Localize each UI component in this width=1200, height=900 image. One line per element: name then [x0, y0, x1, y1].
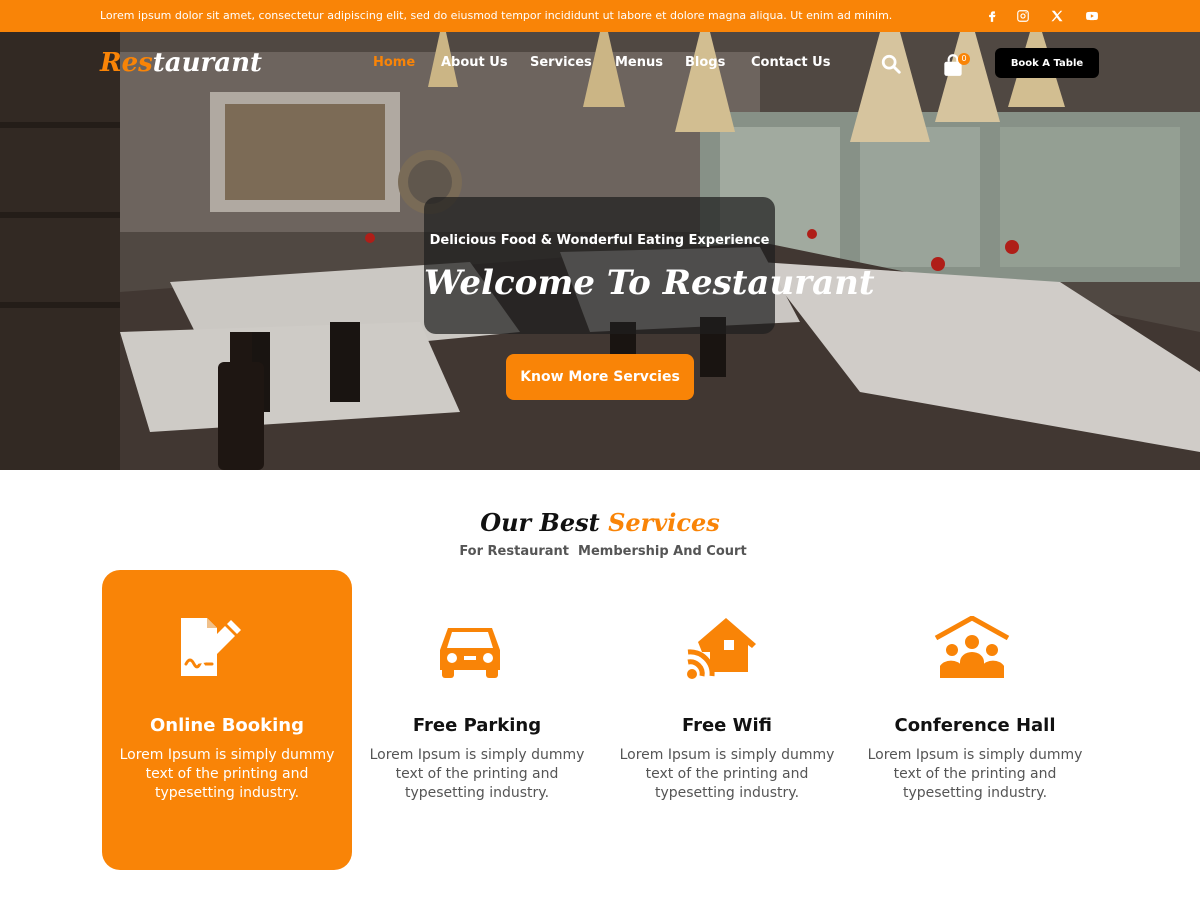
- nav-contact-us[interactable]: Contact Us: [751, 55, 830, 70]
- service-card-text: Lorem Ipsum is simply dummy text of the …: [369, 747, 585, 801]
- logo-accent-text: Res: [100, 48, 153, 78]
- hero-section: Restaurant Home About Us Services Menus …: [0, 32, 1200, 470]
- service-card-free-parking[interactable]: Free Parking Lorem Ipsum is simply dummy…: [352, 570, 602, 870]
- service-card-title: Free Parking: [412, 715, 542, 736]
- nav-home[interactable]: Home: [373, 55, 415, 70]
- car-icon: [430, 616, 510, 680]
- announcement-text: Lorem ipsum dolor sit amet, consectetur …: [100, 9, 893, 22]
- search-icon[interactable]: [880, 53, 902, 75]
- hero-subtitle: Delicious Food & Wonderful Eating Experi…: [429, 233, 770, 248]
- online-booking-icon: [177, 616, 257, 680]
- instagram-icon[interactable]: [1012, 5, 1034, 27]
- services-heading: Our Best Services: [0, 508, 1200, 537]
- nav-about-us[interactable]: About Us: [441, 55, 508, 70]
- book-a-table-button[interactable]: Book A Table: [995, 48, 1099, 78]
- service-card-online-booking[interactable]: Online Booking Lorem Ipsum is simply dum…: [102, 570, 352, 870]
- services-heading-main: Our Best: [480, 508, 609, 537]
- nav-services[interactable]: Services: [530, 55, 592, 70]
- youtube-icon[interactable]: [1081, 5, 1103, 27]
- services-subtitle: For Restaurant Membership And Court: [459, 544, 747, 559]
- site-logo[interactable]: Restaurant: [100, 48, 262, 78]
- service-card-text: Lorem Ipsum is simply dummy text of the …: [619, 747, 835, 801]
- facebook-icon[interactable]: [981, 5, 1003, 27]
- top-announcement-bar: Lorem ipsum dolor sit amet, consectetur …: [0, 0, 1200, 32]
- wifi-home-icon: [680, 616, 760, 680]
- service-card-free-wifi[interactable]: Free Wifi Lorem Ipsum is simply dummy te…: [602, 570, 852, 870]
- conference-hall-icon: [932, 615, 1012, 680]
- logo-rest-text: taurant: [152, 48, 263, 78]
- service-card-title: Online Booking: [149, 715, 305, 736]
- nav-blogs[interactable]: Blogs: [685, 55, 725, 70]
- cart-count-badge: 0: [958, 53, 970, 65]
- service-card-title: Conference Hall: [894, 715, 1056, 736]
- services-heading-accent: Services: [608, 508, 720, 537]
- hero-title: Welcome To Restaurant: [424, 263, 875, 303]
- know-more-services-button[interactable]: Know More Servcies: [506, 354, 694, 400]
- service-card-text: Lorem Ipsum is simply dummy text of the …: [867, 747, 1083, 801]
- hero-text-box: Delicious Food & Wonderful Eating Experi…: [424, 197, 875, 334]
- service-card-conference-hall[interactable]: Conference Hall Lorem Ipsum is simply du…: [850, 570, 1100, 870]
- service-card-text: Lorem Ipsum is simply dummy text of the …: [119, 747, 335, 801]
- x-icon[interactable]: [1046, 5, 1068, 27]
- service-card-title: Free Wifi: [681, 715, 773, 736]
- nav-menus[interactable]: Menus: [615, 55, 663, 70]
